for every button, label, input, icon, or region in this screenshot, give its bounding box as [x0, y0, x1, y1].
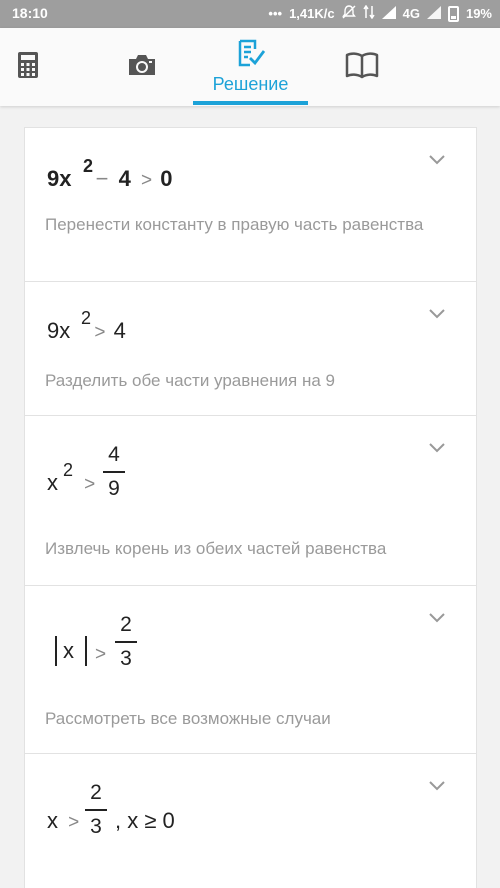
tab-calculator[interactable] — [10, 28, 46, 106]
tab-solution[interactable]: Решение — [193, 28, 308, 106]
step-description: Рассмотреть все возможные случаи — [45, 709, 331, 728]
battery-icon — [447, 5, 459, 22]
solution-note-icon — [236, 39, 266, 72]
bell-off-icon — [341, 5, 356, 22]
abs-right-bar — [85, 636, 87, 666]
step-description: Извлечь корень из обеих частей равенства — [45, 539, 387, 558]
chevron-down-icon[interactable] — [428, 612, 446, 624]
solution-step[interactable]: 9x 2 − 4 > 0 Перенести константу в праву… — [25, 128, 476, 282]
book-icon — [345, 51, 379, 84]
chevron-down-icon[interactable] — [428, 154, 446, 166]
tab-book[interactable] — [340, 28, 384, 106]
signal-2-icon — [426, 5, 441, 22]
solution-step[interactable]: 9x 2 > 4 Разделить обе части уравнения н… — [25, 282, 476, 416]
signal-icon — [381, 5, 396, 22]
status-time: 18:10 — [12, 5, 48, 21]
abs-left-bar — [55, 636, 57, 666]
step-description: Перенести константу в правую часть равен… — [45, 215, 424, 234]
solution-step[interactable]: x > 2 3 Рассмотреть все возможные случаи — [25, 586, 476, 754]
step-expression: x 2 > — [47, 460, 96, 495]
chevron-down-icon[interactable] — [428, 780, 446, 792]
step-condition: , x ≥ 0 — [115, 808, 175, 833]
tab-solution-label: Решение — [212, 74, 289, 94]
chevron-down-icon[interactable] — [428, 442, 446, 454]
fraction: 2 3 — [115, 612, 137, 672]
solution-step[interactable]: x > 2 3 , x ≥ 0 2 — [25, 754, 476, 888]
solution-step[interactable]: x 2 > 4 9 Извлечь корень из обеих частей… — [25, 416, 476, 586]
step-expression: 9x 2 > 4 — [47, 308, 126, 343]
fraction: 4 9 — [103, 442, 125, 502]
network-speed: 1,41K/c — [289, 6, 335, 21]
tab-camera[interactable] — [122, 28, 162, 106]
step-expression: x > — [47, 808, 80, 833]
network-type: 4G — [402, 6, 420, 21]
step-expression: x — [63, 638, 74, 663]
battery-level: 19% — [465, 6, 492, 21]
dots-icon: ••• — [268, 6, 283, 21]
status-bar: 18:10 ••• 1,41K/c 4G 19% — [0, 0, 500, 28]
camera-icon — [127, 53, 157, 82]
data-arrows-icon — [363, 4, 375, 22]
calculator-icon — [17, 51, 39, 84]
top-toolbar: Решение — [0, 28, 500, 106]
chevron-down-icon[interactable] — [428, 308, 446, 320]
fraction: 2 3 — [85, 780, 107, 840]
step-expression: 9x 2 − 4 > 0 — [47, 156, 173, 191]
solution-steps-list: 9x 2 − 4 > 0 Перенести константу в праву… — [24, 127, 477, 888]
active-tab-indicator — [193, 101, 308, 105]
step-description: Разделить обе части уравнения на 9 — [45, 371, 335, 390]
status-right: ••• 1,41K/c 4G 19% — [268, 4, 492, 22]
